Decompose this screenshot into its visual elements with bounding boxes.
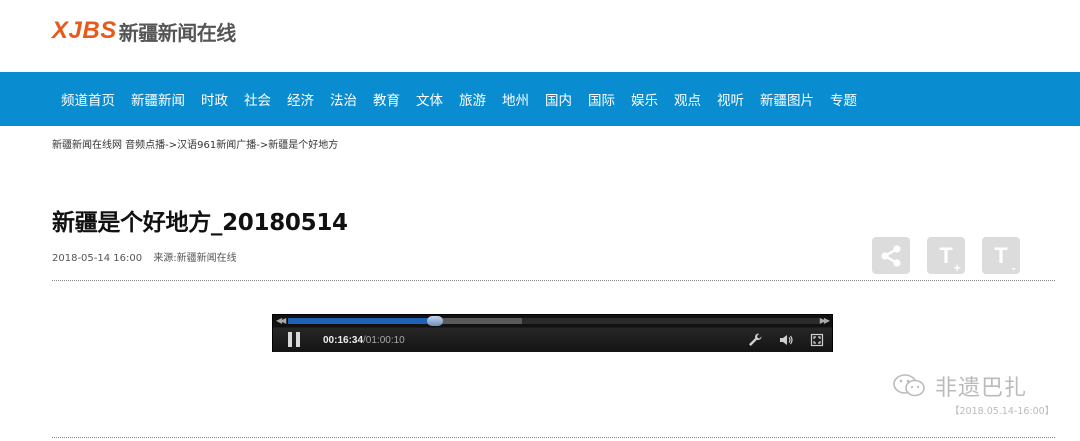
share-button[interactable] (872, 237, 910, 274)
seek-bar[interactable]: ◀◀ ▶▶ (273, 315, 832, 327)
progress-thumb[interactable] (426, 316, 443, 326)
settings-wrench-icon[interactable] (747, 332, 763, 348)
nav-item[interactable]: 视听 (717, 89, 744, 109)
watermark: 非遗巴扎 (891, 370, 1027, 402)
divider-top (52, 280, 1055, 281)
main-nav: 频道首页 新疆新闻 时政 社会 经济 法治 教育 文体 旅游 地州 国内 国际 娱乐 观点 视听 新疆图片 专题 (0, 72, 1080, 126)
article-tools: T + T- (872, 237, 1020, 275)
article-source: 来源:新疆新闻在线 (153, 253, 237, 264)
nav-item[interactable]: 观点 (674, 89, 701, 109)
nav-item[interactable]: 教育 (373, 89, 400, 109)
logo-text: 新疆新闻在线 (118, 20, 237, 45)
nav-item[interactable]: 新疆图片 (760, 89, 814, 109)
audio-player: ◀◀ ▶▶ 00:16:34/01:00:10 (272, 314, 833, 352)
nav-item[interactable]: 法治 (330, 89, 357, 109)
player-controls: 00:16:34/01:00:10 (273, 328, 832, 352)
fast-forward-icon[interactable]: ▶▶ (820, 317, 830, 325)
font-increase-button[interactable]: T + (927, 237, 965, 275)
font-decrease-button[interactable]: T- (982, 237, 1020, 275)
fullscreen-icon[interactable] (809, 332, 825, 348)
rewind-icon[interactable]: ◀◀ (276, 317, 286, 325)
nav-item[interactable]: 社会 (244, 89, 271, 109)
nav-item[interactable]: 国内 (545, 89, 572, 109)
current-time: 00:16:34 (323, 335, 364, 346)
pause-icon (288, 332, 292, 347)
nav-item[interactable]: 旅游 (459, 89, 486, 109)
progress-track[interactable] (288, 316, 820, 326)
page-title: 新疆是个好地方_20180514 (52, 210, 348, 236)
font-decrease-icon: T- (994, 242, 1016, 275)
nav-item[interactable]: 地州 (502, 89, 529, 109)
nav-item[interactable]: 国际 (588, 89, 615, 109)
pause-button[interactable] (287, 332, 301, 347)
time-display: 00:16:34/01:00:10 (323, 335, 405, 346)
watermark-brand: 非遗巴扎 (935, 376, 1028, 401)
volume-icon[interactable] (778, 332, 794, 348)
total-time: /01:00:10 (363, 335, 405, 346)
font-increase-icon: T + (939, 242, 961, 275)
nav-item[interactable]: 时政 (201, 89, 228, 109)
nav-item[interactable]: 频道首页 (61, 89, 115, 109)
watermark-date: 【2018.05.14-16:00】 (950, 406, 1055, 417)
wechat-icon (893, 374, 925, 397)
publish-date: 2018-05-14 16:00 (52, 253, 143, 264)
breadcrumb[interactable]: 新疆新闻在线网 音频点播->汉语961新闻广播->新疆是个好地方 (52, 136, 338, 151)
nav-item[interactable]: 娱乐 (631, 89, 658, 109)
share-icon (881, 244, 901, 267)
nav-item[interactable]: 专题 (830, 89, 857, 109)
article-meta: 2018-05-14 16:00 来源:新疆新闻在线 (52, 249, 237, 264)
divider-bottom (52, 437, 1055, 438)
nav-item[interactable]: 经济 (287, 89, 314, 109)
site-logo[interactable]: XJBS 新疆新闻在线 (52, 16, 236, 46)
nav-item[interactable]: 文体 (416, 89, 443, 109)
nav-item[interactable]: 新疆新闻 (131, 89, 185, 109)
progress-fill (288, 318, 435, 324)
logo-mark: XJBS (52, 17, 117, 44)
nav-list: 频道首页 新疆新闻 时政 社会 经济 法治 教育 文体 旅游 地州 国内 国际 娱乐 观点 视听 新疆图片 专题 (0, 72, 1080, 126)
